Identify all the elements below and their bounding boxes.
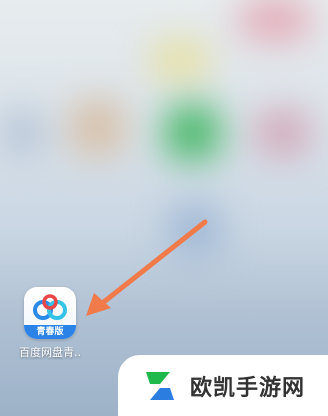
watermark: 欧凯手游网 <box>118 355 328 416</box>
watermark-text: 欧凯手游网 <box>190 375 306 401</box>
site-logo-icon <box>146 371 174 400</box>
arrow-icon <box>86 219 208 316</box>
